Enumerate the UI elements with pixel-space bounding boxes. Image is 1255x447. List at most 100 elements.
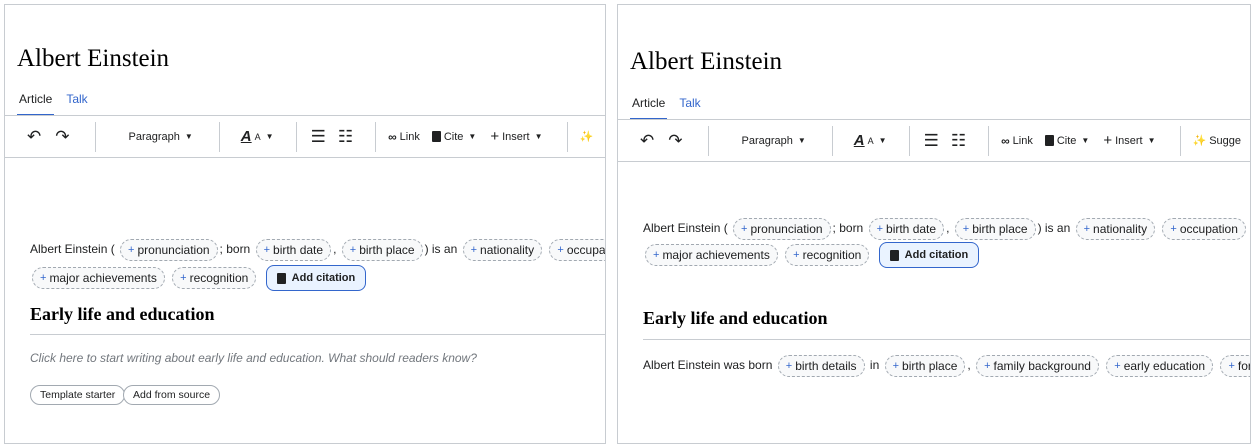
- bulleted-list-button[interactable]: ☷: [338, 127, 353, 147]
- toolbar-separator: [218, 121, 220, 152]
- section-divider: [30, 334, 605, 335]
- plus-icon: +: [876, 222, 884, 235]
- add-citation-button[interactable]: Add citation: [878, 242, 980, 268]
- placeholder-chip[interactable]: + recognition: [785, 244, 870, 266]
- toolbar-separator: [707, 125, 709, 156]
- placeholder-chip[interactable]: + nationality: [462, 238, 543, 261]
- page-tabs: Article Talk: [630, 94, 703, 120]
- section-heading: Early life and education: [30, 304, 215, 324]
- tab-article[interactable]: Article: [630, 94, 668, 120]
- chip-label: pronunciation: [137, 242, 210, 257]
- template-starter-button[interactable]: Template starter: [30, 385, 126, 405]
- placeholder-chip[interactable]: + family background: [976, 354, 1099, 377]
- intro-text: ; born: [832, 221, 864, 235]
- placeholder-chip[interactable]: + birth place: [954, 217, 1036, 240]
- paragraph-dropdown[interactable]: Paragraph ▼: [742, 135, 806, 147]
- chip-label: family background: [993, 358, 1091, 373]
- placeholder-chip[interactable]: + major achievements: [32, 267, 165, 289]
- chevron-down-icon: ▼: [534, 132, 543, 141]
- placeholder-chip[interactable]: + birth date: [868, 217, 945, 240]
- placeholder-chip[interactable]: + birth place: [341, 238, 423, 261]
- bookmark-icon: [1044, 135, 1054, 146]
- text-style-dropdown[interactable]: A A ▼: [241, 128, 274, 145]
- placeholder-chip[interactable]: + recognition: [172, 267, 257, 289]
- editor-panel-right: Albert Einstein Article Talk ↶ ↷ Paragra…: [617, 4, 1251, 444]
- paragraph-dropdown[interactable]: Paragraph ▼: [129, 131, 193, 143]
- section-text: ,: [967, 358, 971, 372]
- insert-dropdown[interactable]: + Insert ▼: [1103, 132, 1155, 149]
- chevron-down-icon: ▼: [797, 136, 806, 145]
- text-style-dropdown[interactable]: A A ▼: [854, 132, 887, 149]
- undo-button[interactable]: ↶: [640, 131, 654, 151]
- plus-icon: +: [470, 243, 478, 256]
- toolbar-separator: [566, 121, 568, 152]
- chevron-down-icon: ▼: [265, 132, 274, 141]
- section-heading: Early life and education: [643, 308, 828, 328]
- chip-label: birth place: [972, 221, 1028, 236]
- numbered-list-button[interactable]: ☰: [311, 127, 326, 147]
- add-citation-label: Add citation: [904, 248, 969, 261]
- plus-icon: +: [1103, 132, 1113, 149]
- intro-paragraph[interactable]: Albert Einstein ( + pronunciation; born +…: [643, 216, 1250, 241]
- toolbar-separator: [375, 121, 377, 152]
- undo-icon: ↶: [27, 126, 42, 146]
- placeholder-chip[interactable]: + pronunciation: [120, 238, 218, 261]
- placeholder-chip[interactable]: + pronunciation: [733, 217, 831, 240]
- placeholder-chip[interactable]: + birth place: [884, 354, 966, 377]
- placeholder-chip[interactable]: + birth details: [777, 354, 865, 377]
- section-paragraph[interactable]: Albert Einstein was born + birth details …: [643, 353, 1250, 378]
- tab-article[interactable]: Article: [17, 90, 55, 116]
- placeholder-chip[interactable]: + major achievements: [645, 244, 778, 266]
- link-button[interactable]: ∞ Link: [1001, 134, 1033, 148]
- placeholder-chip[interactable]: + nationality: [1075, 217, 1156, 240]
- cite-dropdown[interactable]: Cite ▼: [431, 130, 476, 143]
- placeholder-chip[interactable]: +forma: [1220, 354, 1250, 377]
- tab-talk[interactable]: Talk: [64, 90, 89, 116]
- redo-icon: ↷: [55, 126, 70, 146]
- plus-icon: +: [263, 243, 271, 256]
- placeholder-chip[interactable]: +occupation: [549, 238, 606, 261]
- cite-dropdown[interactable]: Cite ▼: [1044, 135, 1089, 147]
- text-size-icon: A: [254, 131, 261, 142]
- placeholder-chip[interactable]: + birth date: [255, 238, 332, 261]
- placeholder-chip[interactable]: +occupation: [1162, 217, 1246, 240]
- chip-label: birth date: [273, 242, 324, 257]
- numbered-list-icon: ☰: [923, 130, 939, 150]
- add-from-source-button[interactable]: Add from source: [123, 385, 221, 405]
- plus-icon: +: [349, 243, 357, 256]
- numbered-list-button[interactable]: ☰: [924, 131, 939, 151]
- chip-label: occupation: [566, 242, 606, 257]
- intro-paragraph[interactable]: Albert Einstein ( + pronunciation; born +…: [30, 237, 606, 262]
- toolbar-separator: [94, 121, 96, 152]
- chevron-down-icon: ▼: [184, 132, 193, 141]
- link-button[interactable]: ∞ Link: [388, 130, 420, 144]
- paragraph-label: Paragraph: [741, 134, 793, 147]
- cite-label: Cite: [443, 130, 464, 143]
- tab-talk[interactable]: Talk: [677, 94, 702, 120]
- section-placeholder[interactable]: Click here to start writing about early …: [30, 351, 477, 365]
- add-citation-button[interactable]: Add citation: [265, 265, 367, 291]
- plus-icon: +: [128, 243, 135, 256]
- link-icon: ∞: [1001, 133, 1010, 148]
- insert-dropdown[interactable]: + Insert ▼: [490, 128, 542, 145]
- undo-button[interactable]: ↶: [27, 127, 41, 147]
- page-title: Albert Einstein: [630, 48, 783, 75]
- redo-button[interactable]: ↷: [668, 131, 682, 151]
- placeholder-chip[interactable]: + early education: [1106, 354, 1214, 377]
- undo-icon: ↶: [640, 130, 655, 150]
- link-label: Link: [399, 130, 420, 143]
- link-label: Link: [1012, 134, 1033, 147]
- intro-text: ; born: [219, 242, 251, 256]
- plus-icon: +: [40, 272, 47, 284]
- suggest-button[interactable]: ✨ Sugge: [1193, 134, 1242, 148]
- plus-icon: +: [793, 249, 800, 261]
- toolbar-separator: [908, 125, 910, 156]
- toolbar-separator: [831, 125, 833, 156]
- bulleted-list-button[interactable]: ☷: [951, 131, 966, 151]
- suggest-button[interactable]: ✨: [580, 130, 594, 143]
- intro-lead: Albert Einstein (: [643, 221, 728, 235]
- redo-button[interactable]: ↷: [55, 127, 69, 147]
- intro-text: ,: [333, 242, 337, 256]
- bulleted-list-icon: ☷: [337, 126, 354, 146]
- chevron-down-icon: ▼: [1147, 136, 1156, 145]
